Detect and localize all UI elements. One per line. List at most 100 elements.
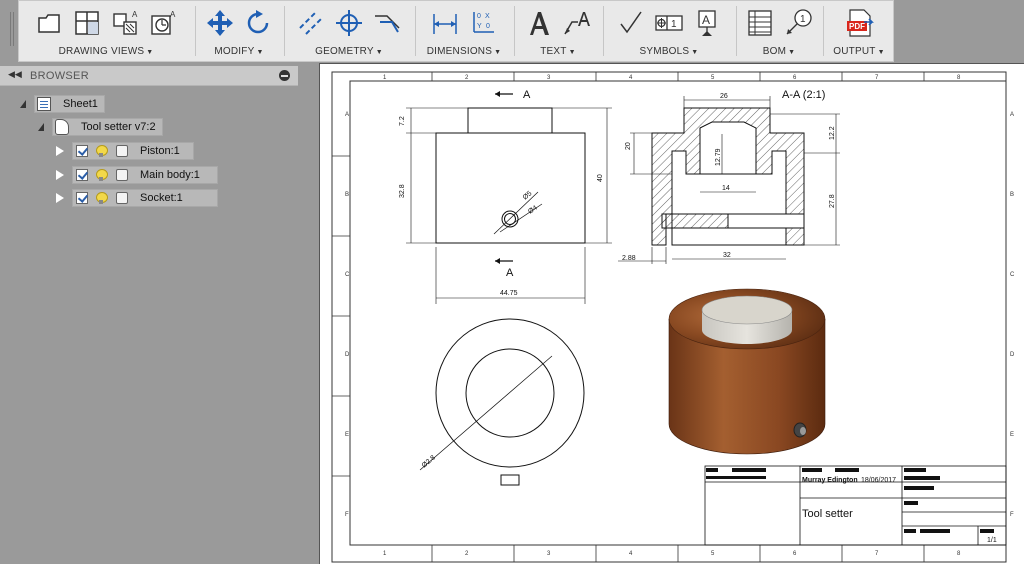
group-label[interactable]: BOM ▼: [737, 46, 821, 57]
edge-extension-icon: [375, 15, 400, 33]
table-icon: [748, 10, 772, 36]
group-geometry: GEOMETRY ▼: [285, 0, 413, 62]
sheet-chip[interactable]: Sheet1: [34, 95, 105, 113]
toolbar-grip[interactable]: [10, 12, 14, 46]
visibility-checkbox[interactable]: [76, 192, 88, 204]
svg-text:PDF: PDF: [849, 22, 865, 31]
group-dimensions: 0XY0 DIMENSIONS ▼: [416, 0, 512, 62]
centerline-button[interactable]: [295, 6, 327, 40]
collapsed-triangle-icon[interactable]: [56, 193, 64, 203]
svg-text:X: X: [485, 13, 490, 20]
svg-text:1: 1: [800, 14, 806, 25]
browser-header: ◀◀ BROWSER: [0, 66, 298, 86]
group-label[interactable]: DRAWING VIEWS ▼: [20, 46, 192, 57]
component-chip[interactable]: Tool setter v7:2: [52, 118, 163, 136]
projected-view-button[interactable]: [71, 6, 103, 40]
visibility-checkbox[interactable]: [76, 145, 88, 157]
tree-item-socket[interactable]: Socket:1: [56, 188, 218, 208]
pdf-output-button[interactable]: PDF: [843, 6, 875, 40]
lightbulb-icon[interactable]: [96, 169, 108, 181]
tree-item-piston[interactable]: Piston:1: [56, 141, 194, 161]
datum-identifier-icon: A: [698, 10, 716, 36]
center-mark-icon: [336, 10, 362, 36]
feature-control-frame-button[interactable]: 1: [653, 6, 685, 40]
body-icon: [116, 192, 128, 204]
group-label[interactable]: DIMENSIONS ▼: [416, 46, 512, 57]
expand-triangle-icon[interactable]: [38, 123, 44, 131]
surface-texture-button[interactable]: [615, 6, 647, 40]
center-mark-button[interactable]: [333, 6, 365, 40]
zone-row-label: C: [345, 272, 350, 278]
item-chip[interactable]: Piston:1: [72, 142, 194, 160]
zone-row-label: F: [345, 512, 349, 518]
zone-row-label: B: [1010, 192, 1014, 198]
edge-extension-button[interactable]: [371, 6, 403, 40]
leader-text-button[interactable]: [561, 6, 593, 40]
group-text: TEXT ▼: [515, 0, 601, 62]
sheet-label: Sheet1: [63, 98, 98, 110]
centerline-icon: [299, 11, 323, 35]
group-label[interactable]: OUTPUT ▼: [824, 46, 894, 57]
section-arrow-label: A: [523, 89, 531, 101]
visibility-checkbox[interactable]: [76, 169, 88, 181]
document-icon: [55, 119, 69, 135]
move-button[interactable]: [204, 6, 236, 40]
base-view-button[interactable]: [33, 6, 65, 40]
isometric-view[interactable]: [668, 288, 826, 455]
section-view-button[interactable]: A: [109, 6, 141, 40]
dimension-button[interactable]: [429, 6, 461, 40]
leader-text-icon: [564, 12, 590, 35]
dim-text: 26: [720, 93, 728, 100]
group-output: PDF OUTPUT ▼: [824, 0, 894, 62]
tree-item-main-body[interactable]: Main body:1: [56, 165, 218, 185]
minimize-browser-icon[interactable]: [279, 70, 290, 81]
svg-text:A: A: [702, 13, 710, 27]
dim-text: 14: [722, 185, 730, 192]
zone-row-label: A: [1010, 112, 1014, 118]
author-name: Murray Edington: [802, 477, 858, 484]
rotate-button[interactable]: [242, 6, 274, 40]
surface-texture-icon: [620, 11, 642, 34]
group-label[interactable]: TEXT ▼: [515, 46, 601, 57]
feature-control-frame-icon: 1: [655, 15, 683, 31]
lightbulb-icon[interactable]: [96, 192, 108, 204]
ribbon-toolbar: A A DRAWING VIEWS ▼ MODIFY ▼ GEOMETRY ▼ …: [0, 0, 1024, 62]
balloon-button[interactable]: 1: [782, 6, 814, 40]
detail-view-icon: A: [151, 10, 176, 35]
expand-triangle-icon[interactable]: [20, 100, 26, 108]
svg-text:A: A: [170, 10, 176, 19]
lightbulb-icon[interactable]: [96, 145, 108, 157]
item-chip[interactable]: Main body:1: [72, 166, 218, 184]
group-label[interactable]: MODIFY ▼: [196, 46, 282, 57]
collapse-browser-icon[interactable]: ◀◀: [8, 69, 22, 80]
body-icon: [116, 169, 128, 181]
dim-text: 44.75: [500, 290, 518, 297]
tree-node-sheet[interactable]: Sheet1: [20, 94, 105, 114]
drawing-canvas[interactable]: 1 2 3 4 5 6 7 8 1 2 3 4 5 6 7 8 A B C D …: [319, 63, 1024, 564]
table-button[interactable]: [744, 6, 776, 40]
detail-view-button[interactable]: A: [147, 6, 179, 40]
ordinate-dimension-button[interactable]: 0XY0: [467, 6, 499, 40]
dim-text: 32.8: [399, 184, 406, 198]
text-icon: [530, 12, 549, 35]
text-button[interactable]: [523, 6, 555, 40]
group-label[interactable]: SYMBOLS ▼: [604, 46, 734, 57]
tree-node-component[interactable]: Tool setter v7:2: [38, 117, 163, 137]
item-label: Piston:1: [140, 145, 180, 157]
group-modify: MODIFY ▼: [196, 0, 282, 62]
zone-row-label: F: [1010, 512, 1014, 518]
svg-text:A: A: [132, 10, 138, 19]
browser-title: BROWSER: [30, 70, 89, 82]
svg-text:Y: Y: [477, 23, 482, 30]
item-label: Socket:1: [140, 192, 183, 204]
group-bom: 1 BOM ▼: [737, 0, 821, 62]
datum-identifier-button[interactable]: A: [691, 6, 723, 40]
sheet-number: 1/1: [987, 537, 997, 544]
collapsed-triangle-icon[interactable]: [56, 146, 64, 156]
section-arrow-label: A: [506, 267, 514, 279]
item-chip[interactable]: Socket:1: [72, 189, 218, 207]
collapsed-triangle-icon[interactable]: [56, 170, 64, 180]
item-label: Main body:1: [140, 169, 200, 181]
section-view-icon: A: [113, 10, 138, 35]
group-label[interactable]: GEOMETRY ▼: [285, 46, 413, 57]
